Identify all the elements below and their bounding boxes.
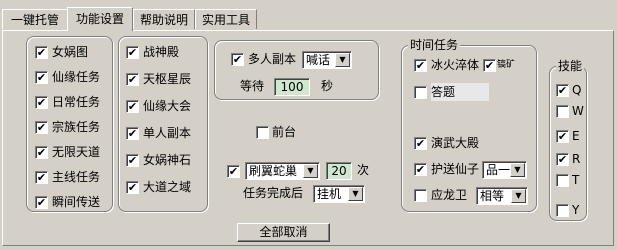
daily-task-checkbox[interactable]: ✔ (35, 196, 48, 209)
skill-q-checkbox[interactable]: ✔ (556, 84, 569, 97)
dungeon-label: 多人副本 (248, 52, 297, 66)
event-task-label: 女娲神石 (143, 153, 192, 167)
event-task-checkbox[interactable]: ✔ (126, 73, 139, 86)
chevron-down-icon[interactable]: ▼ (303, 164, 318, 178)
farm-target-select[interactable]: 刷翼蛇巢 ▼ (245, 162, 320, 180)
farm-count-input[interactable]: 20 (326, 162, 352, 180)
tab-label: 实用工具 (201, 13, 250, 27)
event-task-label: 单人副本 (143, 126, 192, 140)
ice-fire-label: 冰火淬体 (431, 58, 480, 72)
daily-task-checkbox[interactable]: ✔ (35, 71, 48, 84)
count-suffix: 次 (357, 163, 370, 177)
skill-key-label: Q (572, 83, 582, 97)
skill-r-checkbox[interactable]: ✔ (556, 153, 569, 166)
wait-seconds-input[interactable]: 100 (274, 78, 310, 96)
event-task-label: 大道之域 (143, 180, 192, 194)
event-task-checkbox[interactable]: ✔ (126, 154, 139, 167)
tab-help[interactable]: 帮助说明 (133, 9, 195, 29)
tab-label: 一键托管 (10, 13, 59, 27)
daily-task-label: 女娲图 (52, 45, 89, 59)
tab-label: 功能设置 (75, 12, 124, 26)
event-task-label: 战神殿 (143, 45, 180, 59)
daily-task-checkbox[interactable]: ✔ (35, 46, 48, 59)
daily-task-label: 宗族任务 (52, 120, 101, 134)
cancel-all-button[interactable]: 全部取消 (237, 223, 330, 242)
daily-task-label: 日常任务 (52, 95, 101, 109)
quiz-label: 答题 (431, 83, 489, 101)
ice-fire-checkbox[interactable]: ✔ (414, 59, 427, 72)
tab-label: 帮助说明 (139, 13, 188, 27)
skill-key-label: T (572, 173, 580, 187)
arena-label: 前台 (272, 125, 297, 139)
dungeon-mode-value: 喊话 (306, 53, 331, 67)
skill-key-label: E (572, 129, 580, 143)
skills-title: 技能 (556, 59, 585, 73)
daily-task-label: 瞬间传送 (52, 195, 101, 209)
mining-label: 镐矿 (497, 60, 516, 70)
daily-task-label: 无限天道 (52, 145, 101, 159)
tab-function-settings[interactable]: 功能设置 (67, 7, 133, 31)
event-task-checkbox[interactable]: ✔ (126, 100, 139, 113)
time-tasks-title: 时间任务 (408, 38, 461, 52)
daily-task-checkbox[interactable]: ✔ (35, 121, 48, 134)
skill-e-checkbox[interactable]: ✔ (556, 130, 569, 143)
daily-task-checkbox[interactable]: ✔ (35, 146, 48, 159)
chevron-down-icon[interactable]: ▼ (335, 53, 350, 67)
daily-task-label: 仙缘任务 (52, 70, 101, 84)
chevron-down-icon[interactable]: ▼ (348, 187, 363, 201)
guard-level-select[interactable]: 相等 ▼ (476, 187, 528, 205)
chevron-down-icon[interactable]: ▼ (510, 163, 525, 177)
farm-checkbox[interactable]: ✔ (227, 165, 240, 178)
arena-checkbox[interactable] (256, 126, 269, 139)
daily-task-checkbox[interactable]: ✔ (35, 171, 48, 184)
event-task-label: 仙缘大会 (143, 99, 192, 113)
dungeon-mode-select[interactable]: 喊话 ▼ (302, 51, 352, 69)
event-task-checkbox[interactable]: ✔ (126, 127, 139, 140)
escort-label: 护送仙子 (431, 162, 480, 176)
daily-task-checkbox[interactable]: ✔ (35, 96, 48, 109)
skill-y-checkbox[interactable] (556, 204, 569, 217)
martial-hall-label: 演武大殿 (431, 136, 480, 150)
seconds-label: 秒 (321, 79, 334, 93)
wait-label: 等待 (240, 79, 265, 93)
tab-bar: 一键托管 功能设置 帮助说明 实用工具 (0, 0, 617, 31)
tab-one-click-hosting[interactable]: 一键托管 (2, 9, 68, 29)
escort-checkbox[interactable]: ✔ (414, 163, 427, 176)
event-task-checkbox[interactable]: ✔ (126, 181, 139, 194)
dungeon-checkbox[interactable]: ✔ (231, 53, 244, 66)
mining-checkbox[interactable]: ✔ (483, 59, 496, 72)
farm-target-value: 刷翼蛇巢 (249, 164, 298, 178)
daily-task-label: 主线任务 (52, 170, 101, 184)
chevron-down-icon[interactable]: ▼ (511, 189, 526, 203)
cancel-all-label: 全部取消 (259, 225, 308, 239)
skill-w-checkbox[interactable] (556, 105, 569, 118)
skill-key-label: R (572, 152, 581, 166)
guard-level-value: 相等 (480, 189, 505, 203)
quiz-checkbox[interactable] (414, 86, 427, 99)
escort-grade-select[interactable]: 品一 ▼ (482, 161, 527, 179)
after-task-select[interactable]: 挂机 ▼ (313, 185, 365, 203)
escort-grade-value: 品一 (486, 163, 511, 177)
dragon-guard-checkbox[interactable] (414, 189, 427, 202)
skill-key-label: Y (572, 203, 580, 217)
after-task-value: 挂机 (317, 187, 342, 201)
dragon-guard-label: 应龙卫 (431, 188, 468, 202)
event-task-label: 天枢星辰 (143, 72, 192, 86)
martial-hall-checkbox[interactable]: ✔ (414, 137, 427, 150)
skill-t-checkbox[interactable] (556, 174, 569, 187)
tab-tools[interactable]: 实用工具 (195, 9, 257, 29)
skill-key-label: W (572, 104, 584, 118)
after-task-label: 任务完成后 (243, 186, 304, 200)
event-task-checkbox[interactable]: ✔ (126, 46, 139, 59)
